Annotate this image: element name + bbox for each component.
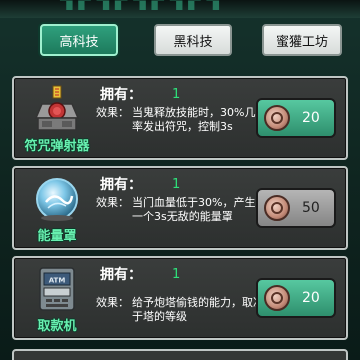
energy-shield-icon bbox=[36, 178, 78, 221]
atm-icon: ATM bbox=[39, 267, 75, 311]
effect-description: 给予炮塔偷钱的能力，取决于塔的等级 bbox=[132, 296, 264, 323]
owned-label: 拥有： bbox=[100, 267, 142, 283]
owned-row: 拥有： 1 bbox=[100, 174, 180, 194]
coin-icon bbox=[264, 105, 290, 131]
price-label: 20 bbox=[302, 110, 320, 126]
effect-description: 当门血量低于30%，产生一个3s无敌的能量罩 bbox=[132, 196, 256, 223]
item-icon-box: 能量罩 bbox=[18, 172, 96, 244]
tab-bar: 高科技 黑科技 蜜獾工坊 bbox=[0, 24, 360, 60]
price-label: 20 bbox=[302, 290, 320, 306]
effect-label: 效果： bbox=[96, 196, 129, 209]
item-card: 能量罩 拥有： 1 效果： 当门血量低于30%，产生一个3s无敌的能量罩 50 bbox=[12, 166, 348, 250]
talisman-launcher-icon bbox=[34, 85, 80, 131]
effect-label: 效果： bbox=[96, 106, 129, 119]
owned-count: 1 bbox=[172, 176, 181, 192]
atm-screen-label: ATM bbox=[49, 277, 66, 285]
effect-label: 效果： bbox=[96, 296, 129, 309]
item-card: 符咒弹射器 拥有： 1 效果： 当鬼释放技能时，30%几率发出符咒，控制3s 2… bbox=[12, 76, 348, 160]
tab-high-tech[interactable]: 高科技 bbox=[40, 24, 118, 56]
buy-button[interactable]: 50 bbox=[256, 188, 336, 228]
owned-row: 拥有： 1 bbox=[100, 84, 180, 104]
item-icon-box: ATM 取款机 bbox=[18, 262, 96, 334]
owned-label: 拥有： bbox=[100, 87, 142, 103]
price-label: 50 bbox=[302, 200, 320, 216]
banner-decoration: ▚▞▚▞▚▞▚▞▚ bbox=[60, 0, 225, 10]
item-name: 符咒弹射器 bbox=[24, 139, 90, 154]
item-card-partial bbox=[12, 349, 348, 360]
top-banner: ▚▞▚▞▚▞▚▞▚ bbox=[0, 0, 360, 18]
coin-icon bbox=[264, 195, 290, 221]
buy-button[interactable]: 20 bbox=[256, 98, 336, 138]
owned-count: 1 bbox=[172, 86, 181, 102]
item-icon-box: 符咒弹射器 bbox=[18, 82, 96, 154]
tab-black-tech[interactable]: 黑科技 bbox=[154, 24, 232, 56]
effect-row: 效果： 当鬼释放技能时，30%几率发出符咒，控制3s bbox=[96, 106, 266, 134]
coin-icon bbox=[264, 285, 290, 311]
effect-row: 效果： 给予炮塔偷钱的能力，取决于塔的等级 bbox=[96, 296, 266, 324]
owned-count: 1 bbox=[172, 266, 181, 282]
effect-description: 当鬼释放技能时，30%几率发出符咒，控制3s bbox=[132, 106, 256, 133]
item-card: ATM 取款机 拥有： 1 效果： 给予炮塔偷钱的能力，取决于塔的等级 20 bbox=[12, 256, 348, 340]
effect-row: 效果： 当门血量低于30%，产生一个3s无敌的能量罩 bbox=[96, 196, 266, 224]
owned-label: 拥有： bbox=[100, 177, 142, 193]
item-name: 能量罩 bbox=[37, 229, 77, 244]
buy-button[interactable]: 20 bbox=[256, 278, 336, 318]
tab-honey-badger-workshop[interactable]: 蜜獾工坊 bbox=[262, 24, 342, 56]
item-name: 取款机 bbox=[37, 319, 77, 334]
owned-row: 拥有： 1 bbox=[100, 264, 180, 284]
